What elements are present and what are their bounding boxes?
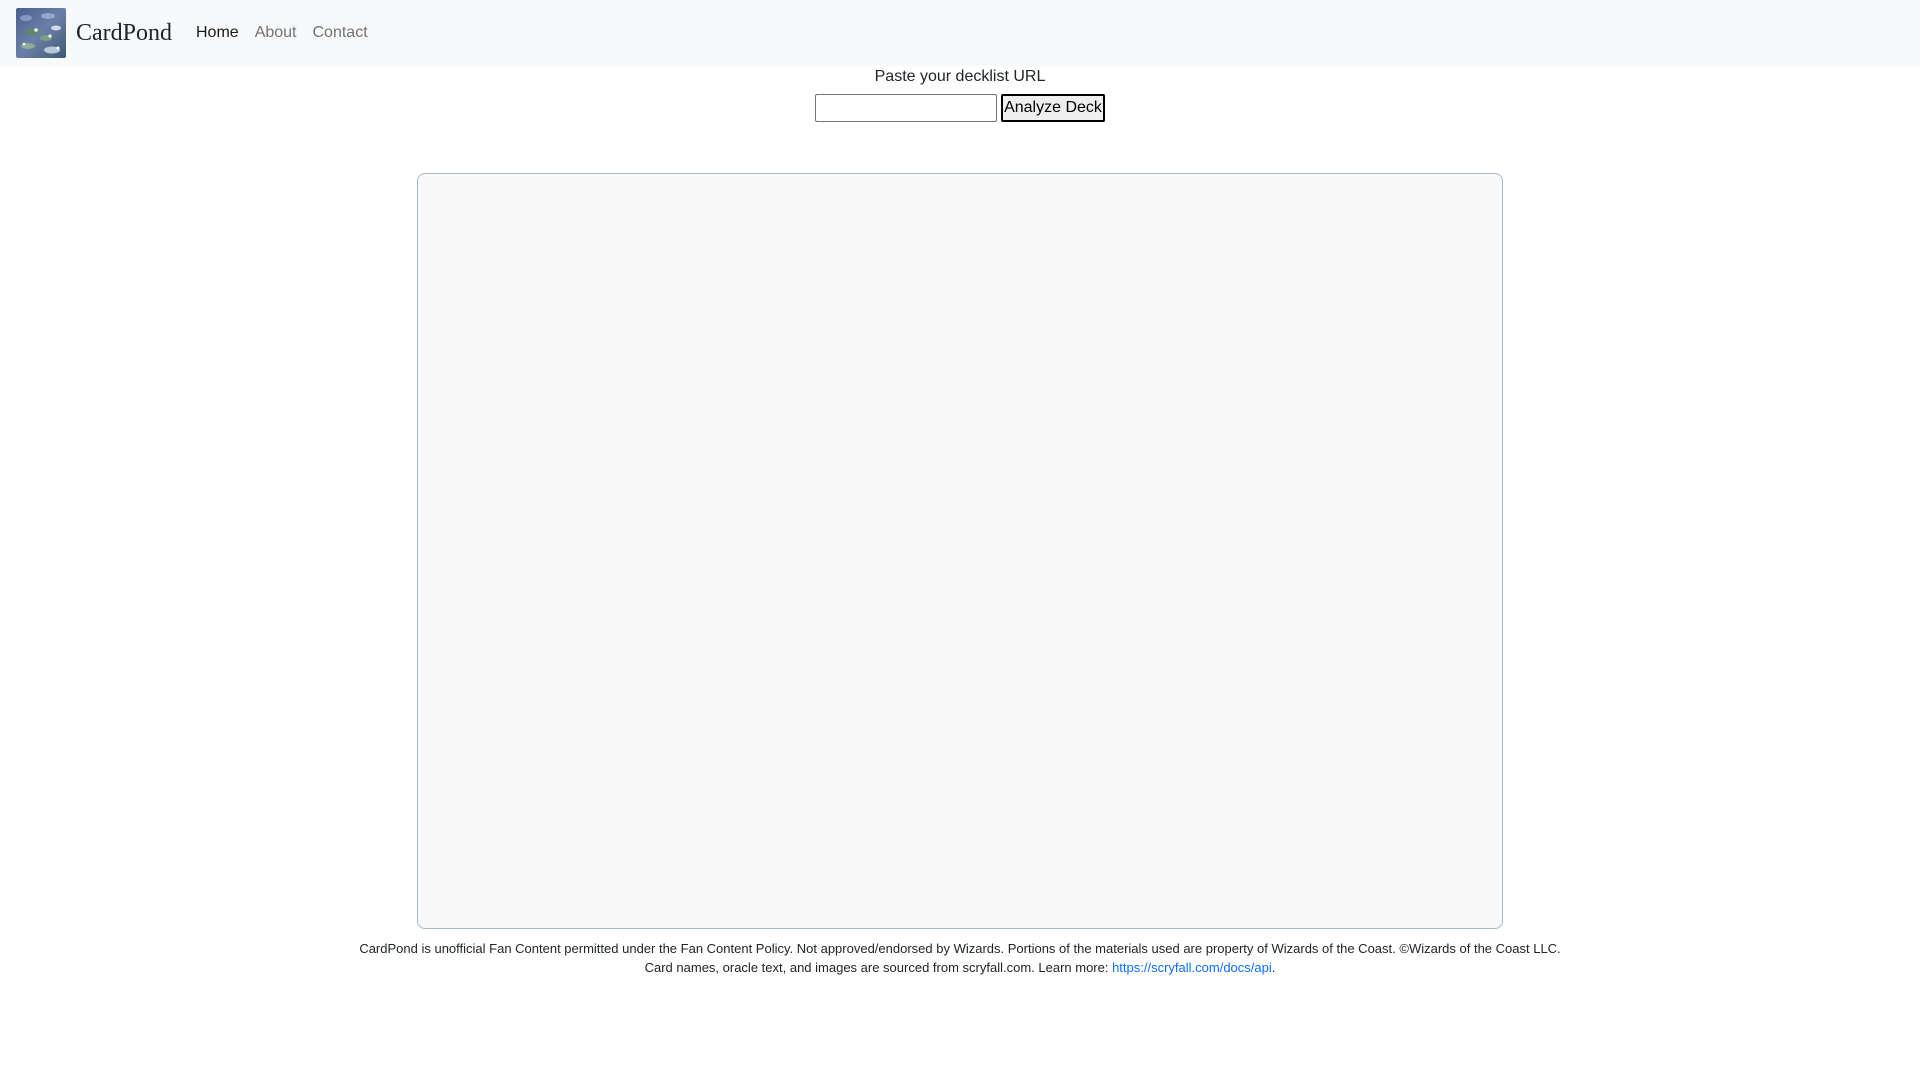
results-panel	[417, 173, 1503, 929]
decklist-url-input[interactable]	[815, 94, 998, 122]
footer-source-text: Card names, oracle text, and images are …	[644, 960, 1113, 975]
scryfall-api-link[interactable]: https://scryfall.com/docs/api	[1112, 960, 1272, 975]
top-navbar: CardPond Home About Contact	[0, 0, 1920, 66]
brand-link[interactable]: CardPond	[16, 8, 186, 58]
footer: CardPond is unofficial Fan Content permi…	[0, 939, 1920, 977]
analyze-deck-button[interactable]: Analyze Deck	[1001, 94, 1105, 122]
footer-source-line: Card names, oracle text, and images are …	[0, 958, 1920, 977]
decklist-form: Paste your decklist URL Analyze Deck	[0, 66, 1920, 122]
decklist-url-label: Paste your decklist URL	[874, 68, 1046, 85]
decklist-url-row: Analyze Deck	[0, 94, 1920, 122]
footer-source-suffix: .	[1271, 960, 1276, 975]
brand-name: CardPond	[76, 20, 172, 46]
nav-link-home[interactable]: Home	[196, 24, 239, 42]
logo-water-lilies-icon	[16, 8, 66, 58]
footer-disclaimer: CardPond is unofficial Fan Content permi…	[359, 941, 1561, 956]
nav-link-about[interactable]: About	[255, 24, 297, 42]
nav-link-contact[interactable]: Contact	[313, 24, 368, 42]
